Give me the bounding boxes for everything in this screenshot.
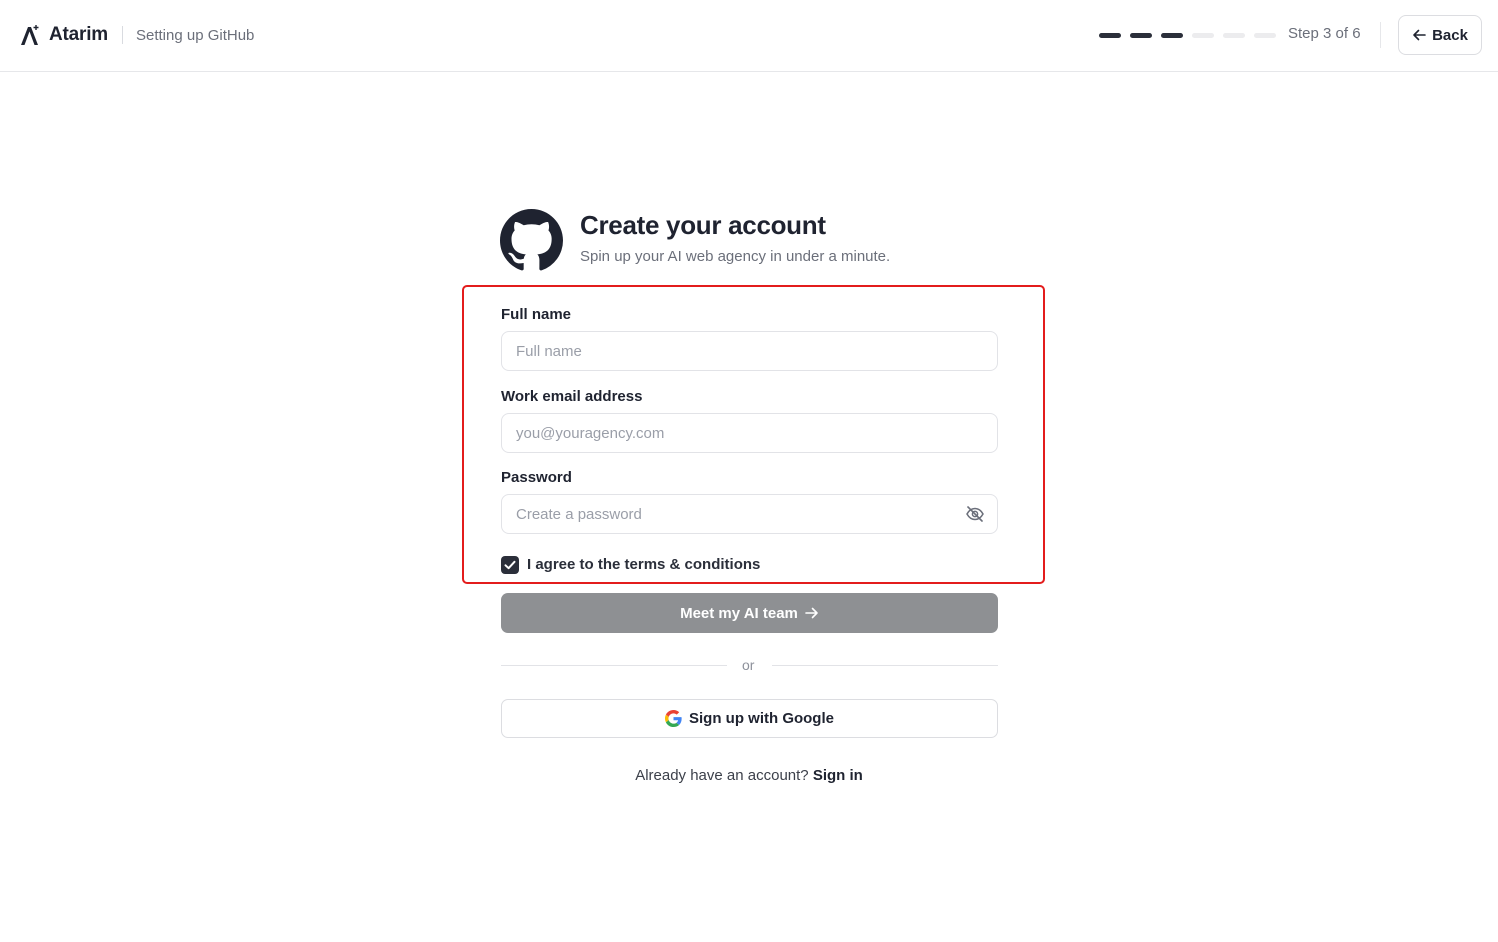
divider-or: or xyxy=(742,657,755,673)
brand-name: Atarim xyxy=(49,24,108,45)
progress-segment xyxy=(1192,33,1214,38)
password-input[interactable] xyxy=(501,494,998,534)
progress-segment xyxy=(1161,33,1183,38)
google-signup-button[interactable]: Sign up with Google xyxy=(501,699,998,738)
signin-prompt: Already have an account? xyxy=(635,767,809,784)
full-name-input[interactable] xyxy=(501,331,998,371)
arrow-right-icon xyxy=(805,607,818,619)
divider-line-left xyxy=(501,665,727,666)
google-icon xyxy=(665,710,682,727)
github-icon xyxy=(500,209,563,271)
page-subtitle: Spin up your AI web agency in under a mi… xyxy=(580,248,891,265)
checkmark-icon xyxy=(504,560,516,570)
back-button[interactable]: Back xyxy=(1398,15,1482,55)
divider-line-right xyxy=(772,665,998,666)
header-divider xyxy=(1380,22,1381,48)
brand-divider xyxy=(121,26,123,44)
google-label: Sign up with Google xyxy=(689,710,834,727)
back-label: Back xyxy=(1432,26,1468,44)
progress-segment xyxy=(1223,33,1245,38)
page-title: Create your account xyxy=(580,210,826,240)
step-progress xyxy=(1099,33,1276,38)
eye-off-icon[interactable] xyxy=(965,504,985,524)
top-bar: Atarim Setting up GitHub Step 3 of 6 Bac… xyxy=(0,0,1498,72)
progress-segment xyxy=(1099,33,1121,38)
submit-label: Meet my AI team xyxy=(680,604,798,622)
progress-segment xyxy=(1130,33,1152,38)
email-input[interactable] xyxy=(501,413,998,453)
setup-subtitle: Setting up GitHub xyxy=(135,26,255,44)
atarim-logo-icon xyxy=(21,25,39,45)
progress-segment xyxy=(1254,33,1276,38)
email-label: Work email address xyxy=(501,388,643,405)
password-label: Password xyxy=(501,469,572,486)
signin-row: Already have an account? Sign in xyxy=(0,767,1498,784)
step-indicator: Step 3 of 6 xyxy=(1288,25,1361,42)
terms-label[interactable]: I agree to the terms & conditions xyxy=(527,556,760,573)
terms-checkbox[interactable] xyxy=(501,556,519,574)
full-name-label: Full name xyxy=(501,306,572,323)
signin-link[interactable]: Sign in xyxy=(813,767,863,784)
arrow-left-icon xyxy=(1413,29,1426,41)
brand[interactable]: Atarim Setting up GitHub xyxy=(20,22,254,48)
meet-ai-team-button[interactable]: Meet my AI team xyxy=(501,593,998,633)
